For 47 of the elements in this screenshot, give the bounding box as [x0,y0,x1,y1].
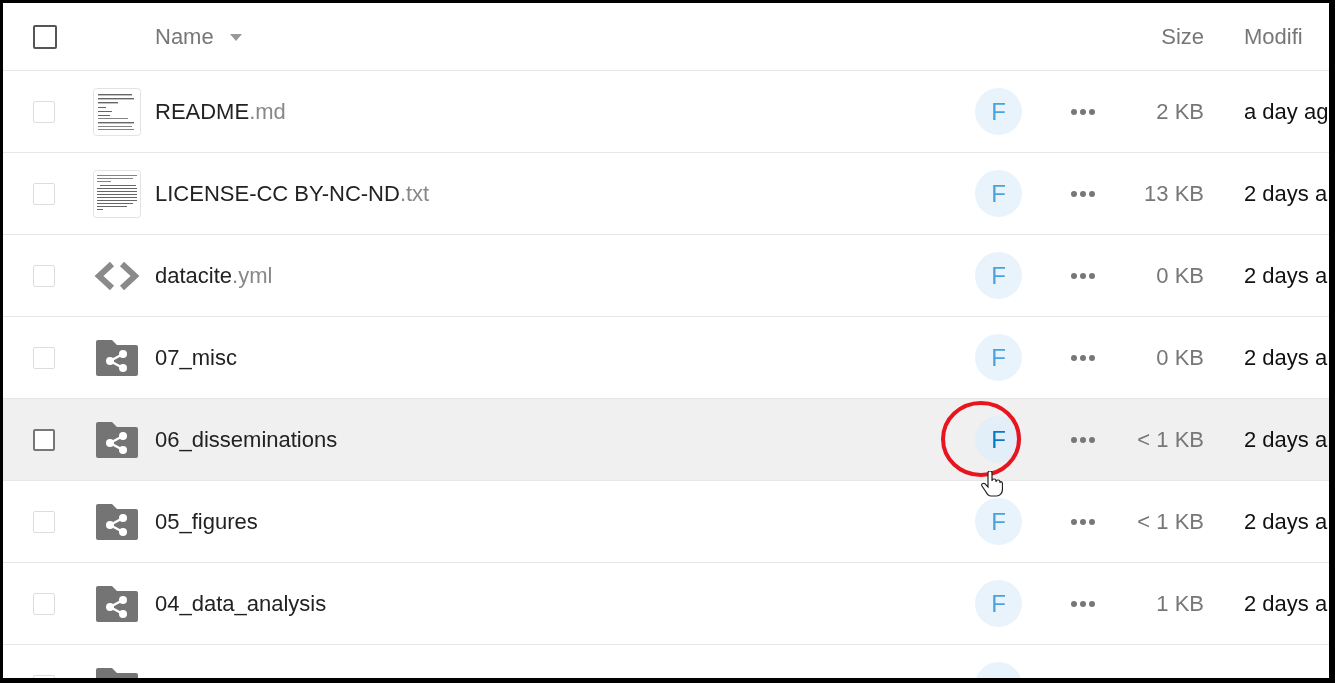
column-header[interactable]: Name [155,23,242,50]
file-size: 2 KB [1156,98,1204,125]
more-options-icon[interactable] [1071,190,1095,197]
more-options-icon[interactable] [1071,600,1095,607]
modified-date: 2 days a [1244,180,1329,207]
file-size: 13 KB [1144,180,1204,207]
row-checkbox[interactable] [33,428,55,451]
file-row[interactable]: README.md F 2 KB a day ag [3,71,1329,153]
file-name[interactable]: 07_misc [155,344,975,371]
select-all-checkbox[interactable] [33,24,57,49]
code-icon [94,260,140,291]
file-name[interactable]: LICENSE-CC BY-NC-ND.txt [155,180,975,207]
more-options-icon[interactable] [1071,354,1095,361]
file-size: 0 KB [1156,344,1204,371]
more-options-icon[interactable] [1071,272,1095,279]
file-row[interactable]: datacite.yml F 0 KB 2 days a [3,235,1329,317]
shared-folder-icon [96,421,138,458]
file-row[interactable]: 04_data_analysis F 1 KB 2 days a [3,563,1329,645]
file-name[interactable]: datacite.yml [155,262,975,289]
file-size: 0 KB [1156,262,1204,289]
modified-date: 2 days a [1244,344,1329,371]
shared-folder-icon [96,339,138,376]
sort-caret-icon [229,34,242,42]
modified-date: 2 days a [1244,426,1329,453]
file-name[interactable]: README.md [155,98,975,125]
document-thumbnail [93,169,141,218]
document-thumbnail [93,87,141,136]
file-name[interactable]: 05_figures [155,508,975,535]
file-size: 1 KB [1156,590,1204,617]
column-header[interactable]: Modifi [1244,23,1329,50]
file-row[interactable]: 05_figures F < 1 KB 2 days a [3,481,1329,563]
shared-folder-icon [96,503,138,540]
modified-date: a day ag [1244,98,1329,125]
file-size: < 1 KB [1137,508,1204,535]
modified-date: 2 days a [1244,590,1329,617]
hand-cursor-icon [981,471,1003,497]
file-name[interactable]: 06_disseminations [155,426,975,453]
more-options-icon[interactable] [1071,436,1095,443]
modified-date: 2 days a [1244,508,1329,535]
column-header[interactable]: Size [1161,23,1204,50]
file-row[interactable]: LICENSE-CC BY-NC-ND.txt F 13 KB 2 days a [3,153,1329,235]
more-options-icon[interactable] [1071,518,1095,525]
file-size: < 1 KB [1137,426,1204,453]
shared-folder-icon [96,585,138,622]
file-name[interactable]: 04_data_analysis [155,590,975,617]
more-options-icon[interactable] [1071,108,1095,115]
modified-date: 2 days a [1244,262,1329,289]
